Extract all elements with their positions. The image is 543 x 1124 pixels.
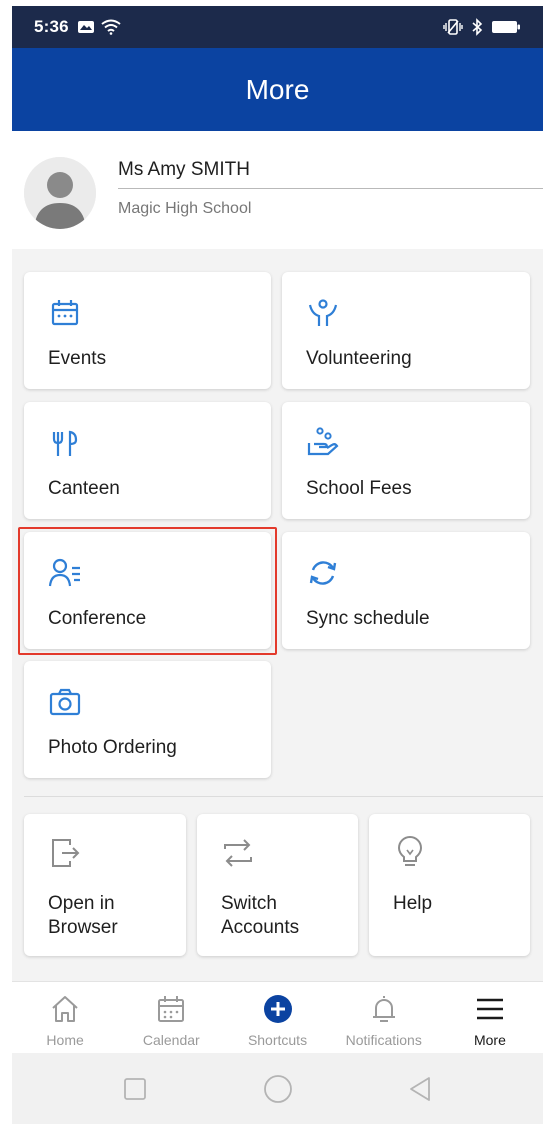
tile-sync-schedule[interactable]: Sync schedule — [282, 532, 530, 649]
lightbulb-icon — [393, 836, 427, 870]
avatar — [24, 157, 96, 229]
tile-switch-accounts[interactable]: Switch Accounts — [197, 814, 358, 956]
recent-apps-icon[interactable] — [115, 1069, 155, 1109]
nav-more-label: More — [473, 1032, 506, 1048]
nav-home[interactable]: Home — [12, 982, 118, 1053]
tile-conference-label: Conference — [48, 608, 147, 629]
bell-icon — [368, 993, 400, 1025]
tile-events-label: Events — [48, 348, 107, 369]
status-bar: 5:36 — [12, 6, 543, 48]
tile-open-in-browser-label: Open in Browser — [48, 893, 118, 938]
app-header: More — [12, 48, 543, 131]
profile-name: Ms Amy SMITH — [118, 159, 250, 180]
tile-events[interactable]: Events — [24, 272, 271, 389]
sync-icon — [306, 556, 340, 590]
profile-divider — [118, 188, 543, 189]
status-time: 5:36 — [34, 17, 69, 36]
switch-icon — [221, 836, 255, 870]
back-icon[interactable] — [400, 1069, 440, 1109]
profile-card[interactable]: Ms Amy SMITH Magic High School — [12, 131, 543, 249]
message-icon — [77, 20, 95, 34]
tile-sync-schedule-label: Sync schedule — [306, 608, 430, 629]
phone-screen: 5:36 More Ms Amy SMITH Magic High School… — [12, 6, 543, 1124]
hand-coins-icon — [306, 426, 340, 460]
nav-notifications-label: Notifications — [345, 1032, 422, 1048]
tile-switch-accounts-label: Switch Accounts — [221, 893, 300, 938]
page-title: More — [245, 73, 310, 105]
tile-canteen[interactable]: Canteen — [24, 402, 271, 519]
plus-circle-icon — [262, 993, 294, 1025]
system-nav-bar — [12, 1053, 543, 1124]
bottom-nav: Home Calendar Shortcuts Notifications Mo… — [12, 981, 543, 1053]
tile-help-label: Help — [393, 893, 433, 914]
nav-calendar[interactable]: Calendar — [118, 982, 224, 1053]
tile-volunteering[interactable]: Volunteering — [282, 272, 530, 389]
tile-conference[interactable]: Conference — [24, 532, 271, 649]
calendar-icon — [48, 296, 82, 330]
nav-shortcuts[interactable]: Shortcuts — [224, 982, 330, 1053]
section-divider — [24, 796, 543, 797]
conference-icon — [48, 556, 82, 590]
home-button-icon[interactable] — [258, 1069, 298, 1109]
tile-volunteering-label: Volunteering — [306, 348, 412, 369]
tile-school-fees-label: School Fees — [306, 478, 412, 499]
tile-canteen-label: Canteen — [48, 478, 120, 499]
battery-icon — [491, 20, 521, 34]
nav-calendar-label: Calendar — [142, 1032, 200, 1048]
tile-open-in-browser[interactable]: Open in Browser — [24, 814, 186, 956]
nav-home-label: Home — [46, 1032, 84, 1048]
tile-photo-ordering-label: Photo Ordering — [48, 737, 177, 758]
nav-notifications[interactable]: Notifications — [331, 982, 437, 1053]
volunteer-icon — [306, 296, 340, 330]
calendar-icon — [155, 993, 187, 1025]
profile-school: Magic High School — [118, 200, 252, 217]
vibrate-icon — [443, 18, 463, 36]
tile-photo-ordering[interactable]: Photo Ordering — [24, 661, 271, 778]
wifi-icon — [101, 19, 121, 35]
tile-school-fees[interactable]: School Fees — [282, 402, 530, 519]
home-icon — [49, 993, 81, 1025]
nav-shortcuts-label: Shortcuts — [247, 1032, 308, 1048]
tile-help[interactable]: Help — [369, 814, 530, 956]
camera-icon — [48, 685, 82, 719]
open-external-icon — [48, 836, 82, 870]
nav-more[interactable]: More — [437, 982, 543, 1053]
menu-icon — [474, 993, 506, 1025]
utensils-icon — [48, 426, 82, 460]
bluetooth-icon — [471, 18, 483, 36]
